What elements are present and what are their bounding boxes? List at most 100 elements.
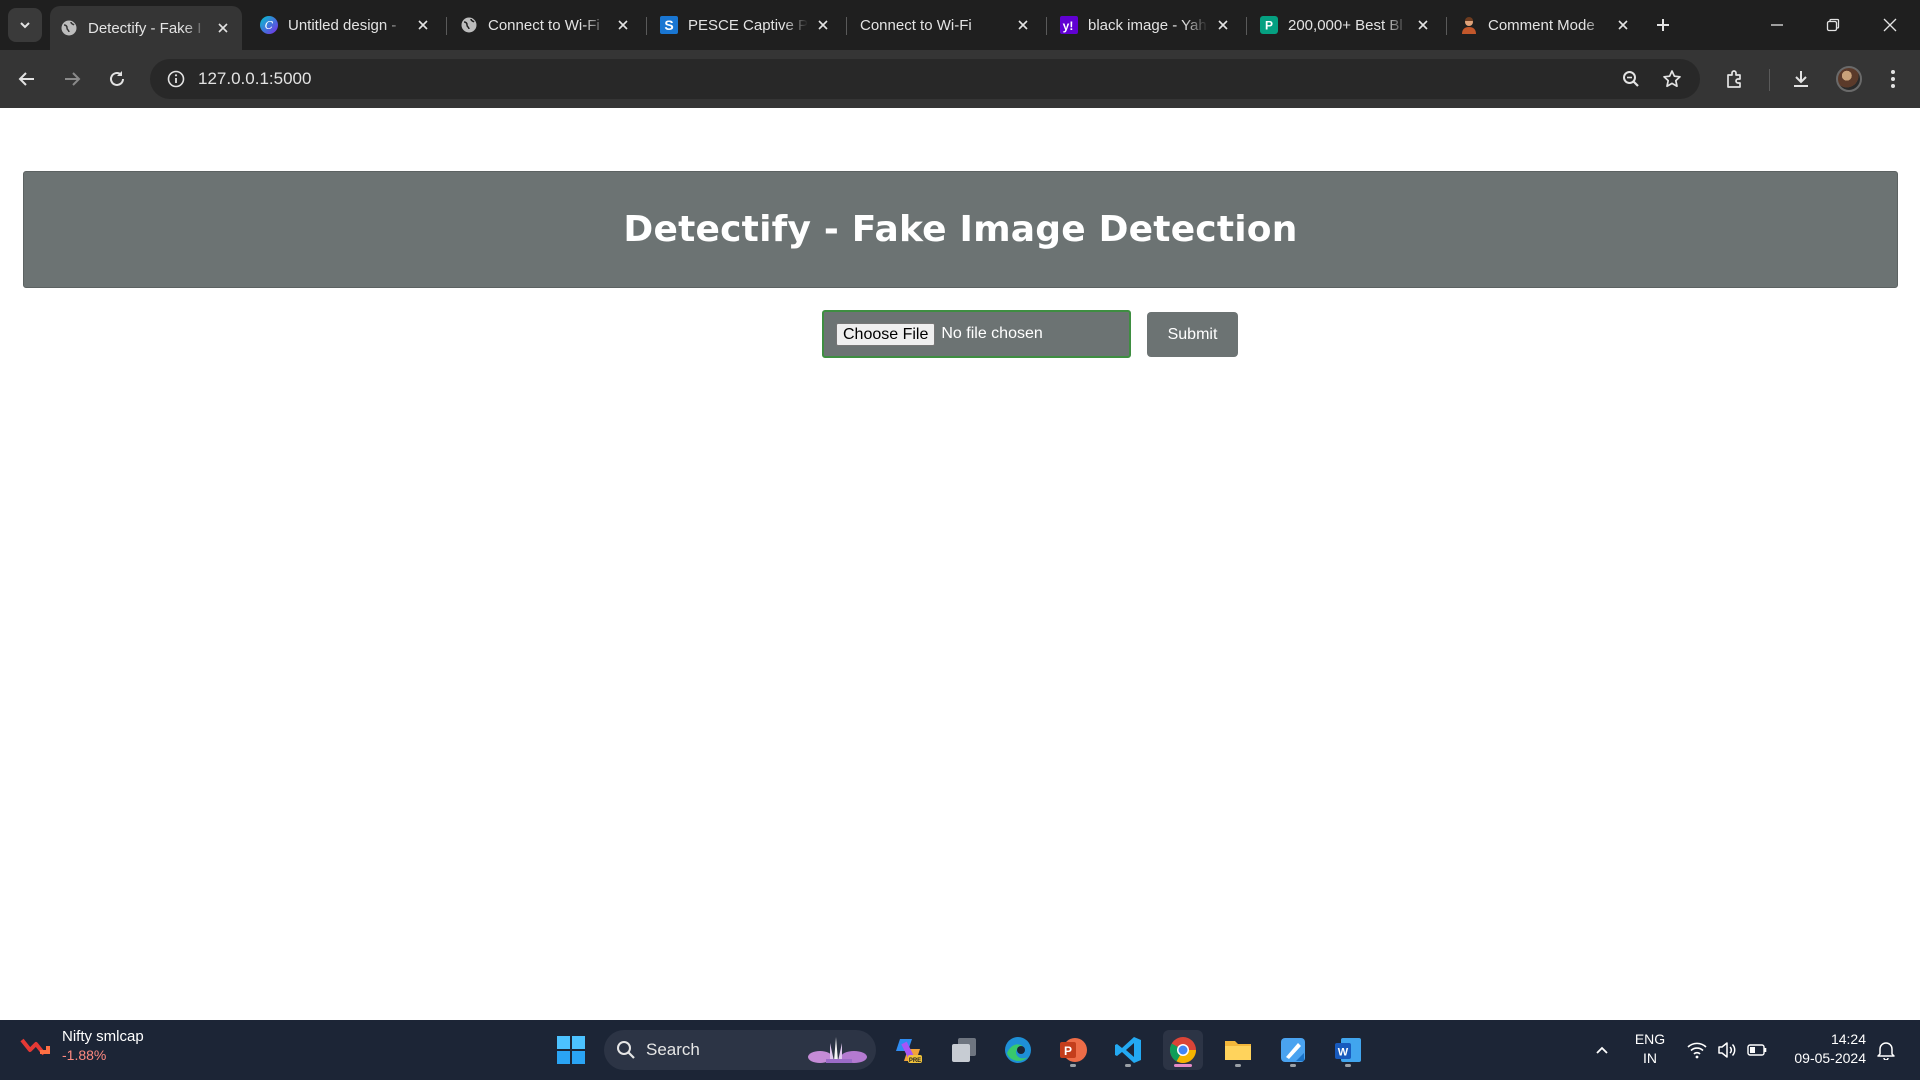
close-icon[interactable] <box>1414 16 1432 34</box>
url-text[interactable]: 127.0.0.1:5000 <box>198 69 311 89</box>
taskbar-search[interactable]: Search <box>604 1030 876 1070</box>
clock-time: 14:24 <box>1830 1031 1866 1047</box>
reload-icon <box>110 71 124 86</box>
chevron-up-icon <box>1596 1046 1608 1054</box>
tab-title: Detectify - Fake I <box>88 19 202 37</box>
tab-separator <box>1446 17 1447 35</box>
running-indicator <box>1070 1064 1076 1067</box>
tab-comment-mode[interactable]: Comment Mode <box>1450 6 1642 44</box>
close-window-button[interactable] <box>1862 0 1918 50</box>
tab-best-black[interactable]: P 200,000+ Best Bl <box>1250 6 1442 44</box>
svg-text:y!: y! <box>1063 19 1074 33</box>
p-logo-icon: P <box>1260 16 1278 34</box>
arrow-left-icon <box>18 72 34 86</box>
taskbar: Nifty smlcap -1.88% Search PRE P W ENG I… <box>0 1020 1920 1080</box>
paint-icon[interactable] <box>1273 1030 1313 1070</box>
tab-title: Comment Mode <box>1488 16 1595 34</box>
globe-icon <box>460 16 478 34</box>
tab-search-button[interactable] <box>8 8 42 42</box>
zoom-icon[interactable] <box>1617 65 1645 93</box>
menu-button[interactable] <box>1876 62 1910 96</box>
arrow-right-icon <box>65 72 81 86</box>
tab-connect-wifi[interactable]: Connect to Wi-Fi <box>450 6 642 44</box>
widget-title: Nifty smlcap <box>62 1028 144 1045</box>
close-icon[interactable] <box>614 16 632 34</box>
restore-icon <box>1826 18 1840 32</box>
stock-widget[interactable]: Nifty smlcap -1.88% <box>20 1028 144 1063</box>
file-status-text: No file chosen <box>941 325 1043 342</box>
clock-date: 09-05-2024 <box>1794 1050 1866 1066</box>
reload-button[interactable] <box>100 62 134 96</box>
globe-icon <box>60 19 78 37</box>
running-indicator <box>1174 1064 1192 1067</box>
tab-black-image-yahoo[interactable]: y! black image - Yah <box>1050 6 1242 44</box>
choose-file-button[interactable]: Choose File <box>836 322 936 346</box>
svg-text:P: P <box>1064 1044 1072 1058</box>
powerpoint-icon[interactable]: P <box>1053 1030 1093 1070</box>
restore-button[interactable] <box>1805 0 1861 50</box>
file-explorer-icon[interactable] <box>1218 1030 1258 1070</box>
running-indicator <box>1345 1064 1351 1067</box>
tab-connect-wifi-2[interactable]: Connect to Wi-Fi <box>850 6 1042 44</box>
show-hidden-icons-button[interactable] <box>1590 1020 1614 1080</box>
chrome-icon[interactable] <box>1163 1030 1203 1070</box>
browser-tabstrip: Detectify - Fake I C Untitled design - C… <box>0 0 1920 50</box>
tab-title: Connect to Wi-Fi <box>860 16 972 34</box>
svg-text:S: S <box>664 17 673 33</box>
toolbar-divider <box>1769 69 1770 91</box>
submit-button[interactable]: Submit <box>1147 312 1238 357</box>
close-icon[interactable] <box>1214 16 1232 34</box>
close-icon[interactable] <box>1014 16 1032 34</box>
page-header: Detectify - Fake Image Detection <box>23 171 1898 288</box>
stock-trend-icon <box>20 1038 50 1055</box>
tab-title: PESCE Captive Po <box>688 16 808 34</box>
web-page: Detectify - Fake Image Detection Choose … <box>0 108 1920 1020</box>
battery-icon[interactable] <box>1744 1020 1770 1080</box>
person-avatar-icon <box>1460 16 1478 34</box>
tab-title: Untitled design - <box>288 16 397 34</box>
search-icon <box>617 1041 635 1059</box>
profile-avatar[interactable] <box>1836 66 1862 92</box>
close-icon[interactable] <box>414 16 432 34</box>
volume-icon[interactable] <box>1714 1020 1740 1080</box>
svg-text:W: W <box>1338 1047 1349 1059</box>
notifications-bell-icon[interactable] <box>1874 1020 1898 1080</box>
file-upload-input[interactable]: Choose File No file chosen <box>822 310 1131 358</box>
vscode-icon[interactable] <box>1108 1030 1148 1070</box>
tab-detectify[interactable]: Detectify - Fake I <box>50 6 242 50</box>
close-icon[interactable] <box>214 19 232 37</box>
tab-untitled-design[interactable]: C Untitled design - <box>250 6 442 44</box>
word-icon[interactable]: W <box>1328 1030 1368 1070</box>
clock[interactable]: 14:24 09-05-2024 <box>1780 1030 1866 1068</box>
site-info-icon[interactable] <box>156 70 196 88</box>
task-view-icon[interactable] <box>944 1030 984 1070</box>
bookmark-star-icon[interactable] <box>1658 65 1686 93</box>
forward-button[interactable] <box>55 62 89 96</box>
address-bar[interactable]: 127.0.0.1:5000 <box>150 59 1700 99</box>
page-title: Detectify - Fake Image Detection <box>623 209 1298 250</box>
widget-change: -1.88% <box>62 1047 107 1063</box>
tab-pesce-captive[interactable]: S PESCE Captive Po <box>650 6 842 44</box>
copilot-icon[interactable]: PRE <box>889 1030 929 1070</box>
windows-start-icon[interactable] <box>551 1030 591 1070</box>
language-indicator[interactable]: ENG IN <box>1628 1030 1672 1068</box>
extensions-button[interactable] <box>1718 62 1752 96</box>
search-highlight-icon <box>808 1037 867 1063</box>
edge-icon[interactable] <box>998 1030 1038 1070</box>
new-tab-button[interactable] <box>1650 12 1676 38</box>
plus-icon <box>1657 19 1669 31</box>
downloads-button[interactable] <box>1784 62 1818 96</box>
minimize-button[interactable] <box>1749 0 1805 50</box>
close-icon[interactable] <box>1614 16 1632 34</box>
back-button[interactable] <box>10 62 44 96</box>
chevron-down-icon <box>20 22 30 29</box>
svg-text:C: C <box>265 19 274 32</box>
tab-separator <box>1246 17 1247 35</box>
svg-text:PRE: PRE <box>909 1058 921 1064</box>
close-icon <box>1883 18 1897 32</box>
language-line1: ENG <box>1634 1031 1666 1047</box>
wifi-icon[interactable] <box>1684 1020 1710 1080</box>
close-icon[interactable] <box>814 16 832 34</box>
canva-icon: C <box>260 16 278 34</box>
s-logo-icon: S <box>660 16 678 34</box>
